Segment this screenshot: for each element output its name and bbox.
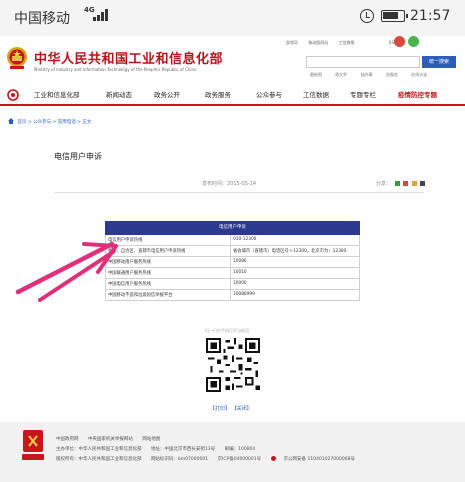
table-cell-value: 10086999 <box>233 292 255 297</box>
table-cell-value: 省会城市（直辖市）电话区号＋12300，北京市为：12300 <box>233 249 347 254</box>
nav-item-topics[interactable]: 专题专栏 <box>350 89 376 99</box>
table-row: 中国电信用户服务热线 10000 <box>105 279 360 290</box>
weibo-icon[interactable] <box>394 36 405 47</box>
nav-item-epidemic[interactable]: 疫情防控专题 <box>398 89 437 99</box>
table-cell-name: 中国联通用户服务热线 <box>106 268 231 278</box>
footer-copyright-owner: 版权所有：中华人民共和国工业和信息化部 <box>56 457 142 462</box>
site-footer: 中国政府网 中央国家机关举报网站 网站地图 主办单位：中华人民共和国工业和信息化… <box>0 422 465 482</box>
top-link-weibo[interactable]: 工信微报 <box>339 40 355 45</box>
footer-link-report[interactable]: 中央国家机关举报网站 <box>88 437 133 442</box>
share-bar: 分享： <box>376 180 426 187</box>
footer-postcode: 邮编：100804 <box>224 447 256 452</box>
share-qzone-icon[interactable] <box>411 181 417 186</box>
top-link-leaders[interactable]: 部领导 <box>286 40 298 45</box>
police-badge-icon <box>270 456 276 461</box>
nav-item-gov-services[interactable]: 政务服务 <box>205 89 231 99</box>
top-link-mobile[interactable]: 移动版网站 <box>308 40 328 45</box>
qr-caption: 扫一扫在手机打开当前页 <box>205 328 249 333</box>
table-cell-name: 中国移动用户服务热线 <box>106 257 231 267</box>
clock: 21:57 <box>410 8 451 24</box>
table-cell-name: 电信用户申诉热线 <box>106 235 231 245</box>
footer-link-gov[interactable]: 中国政府网 <box>56 437 79 442</box>
national-emblem-icon <box>7 47 27 69</box>
site-header: 中华人民共和国工业和信息化部 Ministry of Industry and … <box>0 36 465 82</box>
table-row: 中国移动用户服务热线 10086 <box>105 257 360 268</box>
site-name-cn[interactable]: 中华人民共和国工业和信息化部 <box>34 48 223 67</box>
footer-address: 地址：中国北京市西长安街13号 <box>150 447 216 452</box>
site-name-en: Ministry of Industry and Information Tec… <box>34 67 197 72</box>
breadcrumb-public[interactable]: 公众参与 <box>33 120 51 125</box>
hotline-table: 电信用户申诉 电信用户申诉热线 010-12300 各省、自治区、直辖市电信用户… <box>105 221 360 301</box>
hot-word-item[interactable]: 最新图 <box>310 72 322 77</box>
hot-word-item[interactable]: 部办事 <box>361 72 373 77</box>
hot-word-item[interactable]: 咨服务 <box>386 72 398 77</box>
table-cell-name: 中国电信用户服务热线 <box>106 279 231 289</box>
main-nav: 工业和信息化部 新闻动态 政务公开 政务服务 公众参与 工信数据 专题专栏 疫情… <box>0 84 465 106</box>
divider <box>54 192 424 193</box>
search-button[interactable]: 统一搜索 <box>422 56 456 68</box>
footer-links: 中国政府网 中央国家机关举报网站 网站地图 <box>56 436 168 442</box>
alarm-icon <box>360 9 374 23</box>
footer-link-sitemap[interactable]: 网站地图 <box>142 437 160 442</box>
share-weibo-icon[interactable] <box>403 181 409 186</box>
status-bar: 中国移动 4G 21:57 <box>0 0 465 36</box>
hot-word-item[interactable]: 政文件 <box>335 72 347 77</box>
home-icon <box>8 118 14 124</box>
page-title: 电信用户申诉 <box>54 152 102 161</box>
table-cell-value: 10000 <box>233 281 247 286</box>
hot-word-item[interactable]: 在线访谈 <box>411 72 427 77</box>
share-more-icon[interactable] <box>420 181 426 186</box>
share-wechat-icon[interactable] <box>394 181 400 186</box>
home-logo-icon[interactable] <box>7 89 19 101</box>
signal-icon <box>93 9 109 21</box>
publish-date: 发布时间：2015-05-14 <box>202 181 257 187</box>
search-input[interactable] <box>306 56 420 68</box>
wechat-icon[interactable] <box>408 36 419 47</box>
footer-host: 主办单位：中华人民共和国工业和信息化部 地址：中国北京市西长安街13号 邮编：1… <box>56 446 263 452</box>
share-label: 分享： <box>376 181 392 187</box>
breadcrumb-home[interactable]: 首页 <box>17 120 26 125</box>
table-cell-name: 各省、自治区、直辖市电信用户申诉热线 <box>106 246 231 256</box>
table-cell-value: 010-12300 <box>233 237 257 242</box>
footer-site-id: 网站标识码：bm07000001 <box>150 457 209 462</box>
nav-item-news[interactable]: 新闻动态 <box>106 89 132 99</box>
close-link[interactable]: 【关闭】 <box>232 406 252 412</box>
battery-icon <box>381 10 408 22</box>
table-row: 各省、自治区、直辖市电信用户申诉热线 省会城市（直辖市）电话区号＋12300，北… <box>105 246 360 257</box>
table-cell-value: 10010 <box>233 270 247 275</box>
table-cell-value: 10086 <box>233 259 247 264</box>
table-row: 中国联通用户服务热线 10010 <box>105 268 360 279</box>
nav-item-miit[interactable]: 工业和信息化部 <box>34 89 80 99</box>
hot-words: 最新图 政文件 部办事 咨服务 在线访谈 <box>310 72 439 78</box>
table-header: 电信用户申诉 <box>105 221 360 235</box>
carrier-label: 中国移动 <box>14 11 70 27</box>
breadcrumb-phones[interactable]: 常用电话 <box>58 120 76 125</box>
table-cell-name: 中国移动不良和垃圾短信举报平台 <box>106 290 231 300</box>
breadcrumb: 首页 > 公众参与 > 常用电话 > 正文 <box>8 118 91 125</box>
table-row: 电信用户申诉热线 010-12300 <box>105 235 360 246</box>
table-row: 中国移动不良和垃圾短信举报平台 10086999 <box>105 290 360 301</box>
qr-code-icon <box>205 338 261 392</box>
print-link[interactable]: 【打印】 <box>210 406 230 412</box>
footer-copyright: 版权所有：中华人民共和国工业和信息化部 网站标识码：bm07000001 京IC… <box>56 456 363 462</box>
footer-host-org: 主办单位：中华人民共和国工业和信息化部 <box>56 447 142 452</box>
footer-police-record[interactable]: 京公网安备 110401027000068号 <box>284 457 355 462</box>
footer-icp[interactable]: 京ICP备04000001号 <box>218 457 262 462</box>
nav-item-gov-affairs[interactable]: 政务公开 <box>154 89 180 99</box>
party-emblem-icon <box>22 430 44 460</box>
page-actions: 【打印】 【关闭】 <box>210 405 252 412</box>
nav-item-data[interactable]: 工信数据 <box>303 89 329 99</box>
breadcrumb-current: 正文 <box>82 120 92 125</box>
nav-item-public[interactable]: 公众参与 <box>256 89 282 99</box>
